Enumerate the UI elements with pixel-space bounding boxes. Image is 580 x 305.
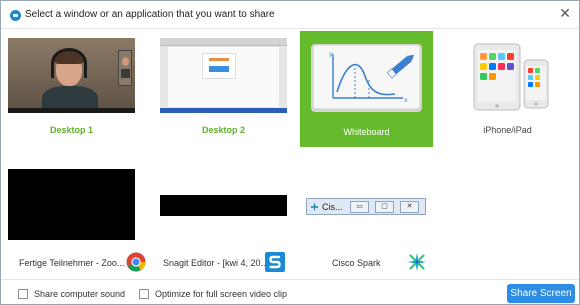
zoom-app-icon [10, 10, 21, 21]
desktop-1-thumbnail [8, 38, 135, 113]
minimize-icon: ▭ [350, 201, 369, 213]
cisco-spark-window-title: Cis... [322, 202, 343, 212]
svg-text:x: x [404, 97, 408, 104]
maximize-icon: ▢ [375, 201, 394, 213]
app-cisco-spark-thumbnail: Cis... ▭ ▢ ✕ [306, 198, 426, 215]
close-icon[interactable]: ✕ [557, 6, 573, 22]
tile-label-desktop-2: Desktop 2 [201, 125, 245, 135]
share-source-grid: Desktop 1 Desktop 2 y x Whiteboard iPhon… [1, 29, 579, 279]
tile-desktop-2[interactable]: Desktop 2 [157, 29, 290, 145]
dialog-title: Select a window or an application that y… [25, 9, 275, 20]
tile-label-whiteboard: Whiteboard [343, 127, 390, 137]
chrome-icon [126, 252, 146, 272]
tile-app-cisco-spark[interactable]: Cis... ▭ ▢ ✕ Cisco Spark [300, 161, 433, 277]
share-sound-checkbox[interactable] [18, 289, 28, 299]
optimize-video-checkbox[interactable] [139, 289, 149, 299]
close-window-icon: ✕ [400, 201, 419, 213]
title-bar: Select a window or an application that y… [1, 1, 579, 29]
desktop-2-thumbnail [160, 38, 287, 113]
footer-bar: Share computer sound Optimize for full s… [1, 279, 579, 304]
optimize-video-label: Optimize for full screen video clip [155, 289, 288, 299]
cisco-spark-small-icon [310, 203, 319, 211]
tile-app-chrome[interactable]: Fertige Teilnehmer - Zoo... [5, 161, 146, 277]
snagit-icon [265, 252, 285, 272]
share-screen-dialog: Select a window or an application that y… [0, 0, 580, 305]
tile-label-desktop-1: Desktop 1 [49, 125, 93, 135]
tile-label-app-snagit: Snagit Editor - [kwi 4, 20... [163, 258, 269, 268]
tile-iphone-ipad[interactable]: iPhone/iPad [441, 29, 574, 145]
tile-label-app-chrome: Fertige Teilnehmer - Zoo... [19, 258, 125, 268]
tile-whiteboard[interactable]: y x Whiteboard [300, 31, 433, 147]
share-sound-label: Share computer sound [34, 289, 126, 299]
share-screen-button[interactable]: Share Screen [507, 284, 575, 303]
tile-desktop-1[interactable]: Desktop 1 [5, 29, 138, 145]
tile-label-app-cisco-spark: Cisco Spark [332, 258, 381, 268]
svg-text:y: y [329, 51, 333, 58]
whiteboard-icon: y x [311, 44, 422, 112]
tile-app-snagit[interactable]: Snagit Editor - [kwi 4, 20... [157, 161, 290, 277]
app-chrome-thumbnail [8, 169, 135, 240]
iphone-ipad-icon [473, 43, 549, 111]
app-snagit-thumbnail [160, 195, 287, 216]
tile-label-iphone-ipad: iPhone/iPad [483, 125, 532, 135]
cisco-spark-icon [408, 253, 426, 271]
